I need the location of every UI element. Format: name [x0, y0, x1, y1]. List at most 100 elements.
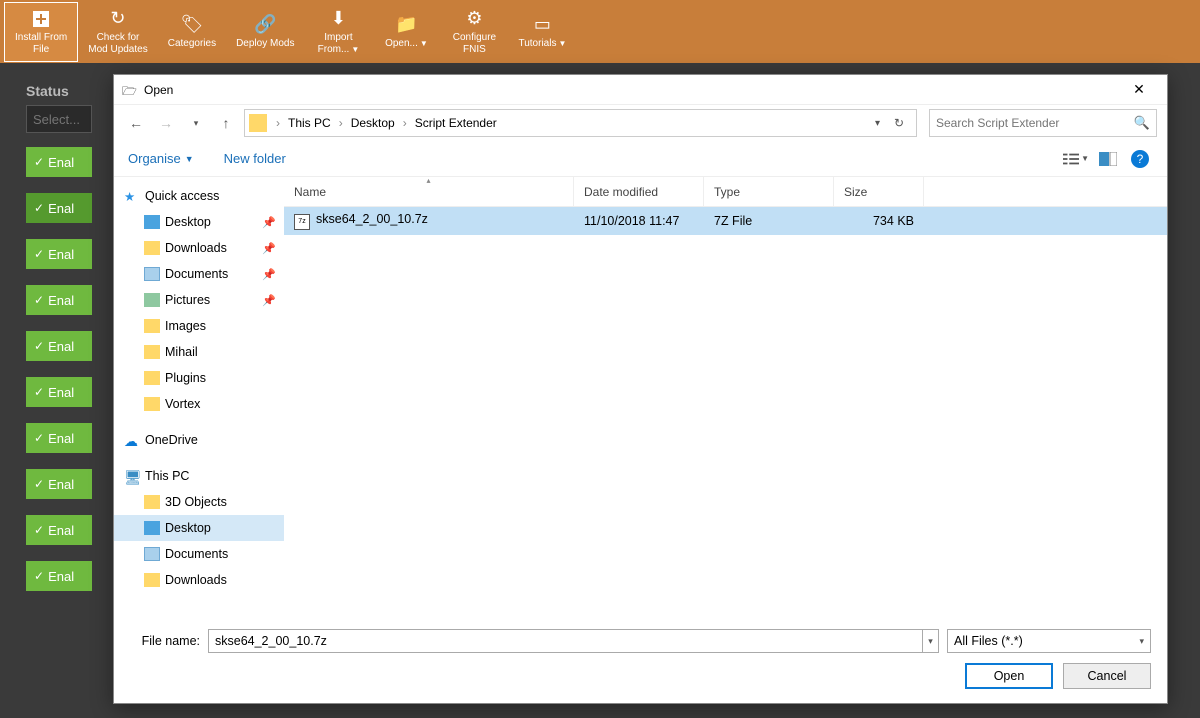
desktop-icon [144, 521, 160, 535]
folder-icon [144, 397, 160, 411]
enable-button[interactable]: ✓Enal [26, 423, 92, 453]
organise-button[interactable]: Organise▼ [128, 151, 194, 166]
document-icon [144, 267, 160, 281]
enable-button[interactable]: ✓Enal [26, 285, 92, 315]
file-filter-select[interactable]: All Files (*.*) ▾ [947, 629, 1151, 653]
back-button[interactable]: ← [124, 111, 148, 135]
sort-asc-icon: ▴ [426, 177, 430, 185]
tree-downloads-pc[interactable]: Downloads [114, 567, 284, 593]
chevron-down-icon: ▼ [420, 39, 428, 48]
enable-button[interactable]: ✓Enal [26, 377, 92, 407]
filename-history-dropdown[interactable]: ▾ [923, 629, 939, 653]
preview-pane-button[interactable] [1095, 148, 1121, 170]
star-icon: ★ [124, 189, 140, 203]
folder-icon [144, 241, 160, 255]
tree-3dobjects[interactable]: 3D Objects [114, 489, 284, 515]
install-label: Install From File [15, 32, 67, 56]
breadcrumb-dropdown[interactable]: ▾ [871, 118, 884, 129]
dialog-title: Open [144, 83, 1119, 97]
filename-label: File name: [130, 634, 200, 648]
file-size: 734 KB [834, 214, 924, 228]
up-button[interactable]: ↑ [214, 111, 238, 135]
pin-icon: 📌 [262, 268, 276, 281]
filename-input[interactable] [208, 629, 923, 653]
forward-button[interactable]: → [154, 111, 178, 135]
recent-dropdown[interactable]: ▾ [184, 111, 208, 135]
configure-fnis-button[interactable]: ⚙ Configure FNIS [440, 2, 508, 62]
view-options-button[interactable]: ▼ [1063, 148, 1089, 170]
search-input[interactable] [936, 116, 1134, 130]
updates-label: Check for Mod Updates [88, 32, 147, 56]
tree-documents[interactable]: Documents📌 [114, 261, 284, 287]
col-type[interactable]: Type [704, 177, 834, 206]
install-from-file-button[interactable]: Install From File [4, 2, 78, 62]
file-row[interactable]: 7zskse64_2_00_10.7z 11/10/2018 11:47 7Z … [284, 207, 1167, 235]
breadcrumb-thispc[interactable]: This PC [285, 116, 334, 130]
tutorials-label: Tutorials [518, 38, 556, 49]
tutorials-button[interactable]: ▭ Tutorials▼ [508, 2, 576, 62]
chevron-right-icon: › [273, 116, 283, 130]
chevron-down-icon: ▼ [1081, 154, 1089, 163]
cancel-button[interactable]: Cancel [1063, 663, 1151, 689]
file-open-dialog: 🗁 Open ✕ ← → ▾ ↑ › This PC › Desktop › S… [113, 74, 1168, 704]
enable-button[interactable]: ✓Enal [26, 561, 92, 591]
chevron-down-icon: ▼ [558, 39, 566, 48]
enable-button[interactable]: ✓Enal [26, 239, 92, 269]
link-icon: 🔗 [254, 14, 276, 36]
import-label: Import From... [318, 32, 353, 55]
import-button[interactable]: ⬇ Import From...▼ [304, 2, 372, 62]
file-date: 11/10/2018 11:47 [574, 214, 704, 228]
breadcrumb[interactable]: › This PC › Desktop › Script Extender ▾ … [244, 109, 917, 137]
search-box[interactable]: 🔍 [929, 109, 1157, 137]
pictures-icon [144, 293, 160, 307]
tree-quick-access[interactable]: ★Quick access [114, 183, 284, 209]
tree-desktop-pc[interactable]: Desktop [114, 515, 284, 541]
col-size[interactable]: Size [834, 177, 924, 206]
new-folder-button[interactable]: New folder [224, 151, 286, 166]
nav-tree[interactable]: ★Quick access Desktop📌 Downloads📌 Docume… [114, 177, 284, 619]
open-label: Open... [385, 38, 418, 49]
tree-vortex[interactable]: Vortex [114, 391, 284, 417]
tree-documents-pc[interactable]: Documents [114, 541, 284, 567]
close-button[interactable]: ✕ [1119, 76, 1159, 104]
folder-icon: 📁 [395, 14, 417, 36]
tree-pictures[interactable]: Pictures📌 [114, 287, 284, 313]
open-file-button[interactable]: Open [965, 663, 1053, 689]
tree-downloads[interactable]: Downloads📌 [114, 235, 284, 261]
help-button[interactable]: ? [1127, 148, 1153, 170]
tree-mihail[interactable]: Mihail [114, 339, 284, 365]
categories-button[interactable]: 🏷 Categories [158, 2, 226, 62]
enable-button[interactable]: ✓Enal [26, 193, 92, 223]
enable-button[interactable]: ✓Enal [26, 515, 92, 545]
folder-icon [249, 114, 267, 132]
enable-button[interactable]: ✓Enal [26, 331, 92, 361]
chevron-down-icon: ▼ [185, 154, 194, 164]
open-button[interactable]: 📁 Open...▼ [372, 2, 440, 62]
refresh-icon: ↻ [110, 8, 125, 30]
enable-button[interactable]: ✓Enal [26, 469, 92, 499]
dialog-footer: File name: ▾ All Files (*.*) ▾ Open Canc… [114, 619, 1167, 703]
breadcrumb-folder[interactable]: Script Extender [412, 116, 500, 130]
tree-thispc[interactable]: 🖥This PC [114, 463, 284, 489]
desktop-icon [144, 215, 160, 229]
breadcrumb-desktop[interactable]: Desktop [348, 116, 398, 130]
check-icon: ✓ [34, 385, 44, 399]
tree-desktop[interactable]: Desktop📌 [114, 209, 284, 235]
col-name[interactable]: Name▴ [284, 177, 574, 206]
refresh-button[interactable]: ↻ [886, 116, 912, 130]
check-updates-button[interactable]: ↻ Check for Mod Updates [78, 2, 157, 62]
fnis-label: Configure FNIS [453, 32, 496, 56]
tree-onedrive[interactable]: ☁OneDrive [114, 427, 284, 453]
file-list: Name▴ Date modified Type Size 7zskse64_2… [284, 177, 1167, 619]
folder-icon [144, 371, 160, 385]
app-icon: 🗁 [122, 82, 138, 98]
tree-images[interactable]: Images [114, 313, 284, 339]
pin-icon: 📌 [262, 242, 276, 255]
chevron-right-icon: › [336, 116, 346, 130]
tree-plugins[interactable]: Plugins [114, 365, 284, 391]
col-date[interactable]: Date modified [574, 177, 704, 206]
enable-button[interactable]: ✓Enal [26, 147, 92, 177]
status-select[interactable] [26, 105, 92, 133]
file-type: 7Z File [704, 214, 834, 228]
deploy-mods-button[interactable]: 🔗 Deploy Mods [226, 2, 304, 62]
